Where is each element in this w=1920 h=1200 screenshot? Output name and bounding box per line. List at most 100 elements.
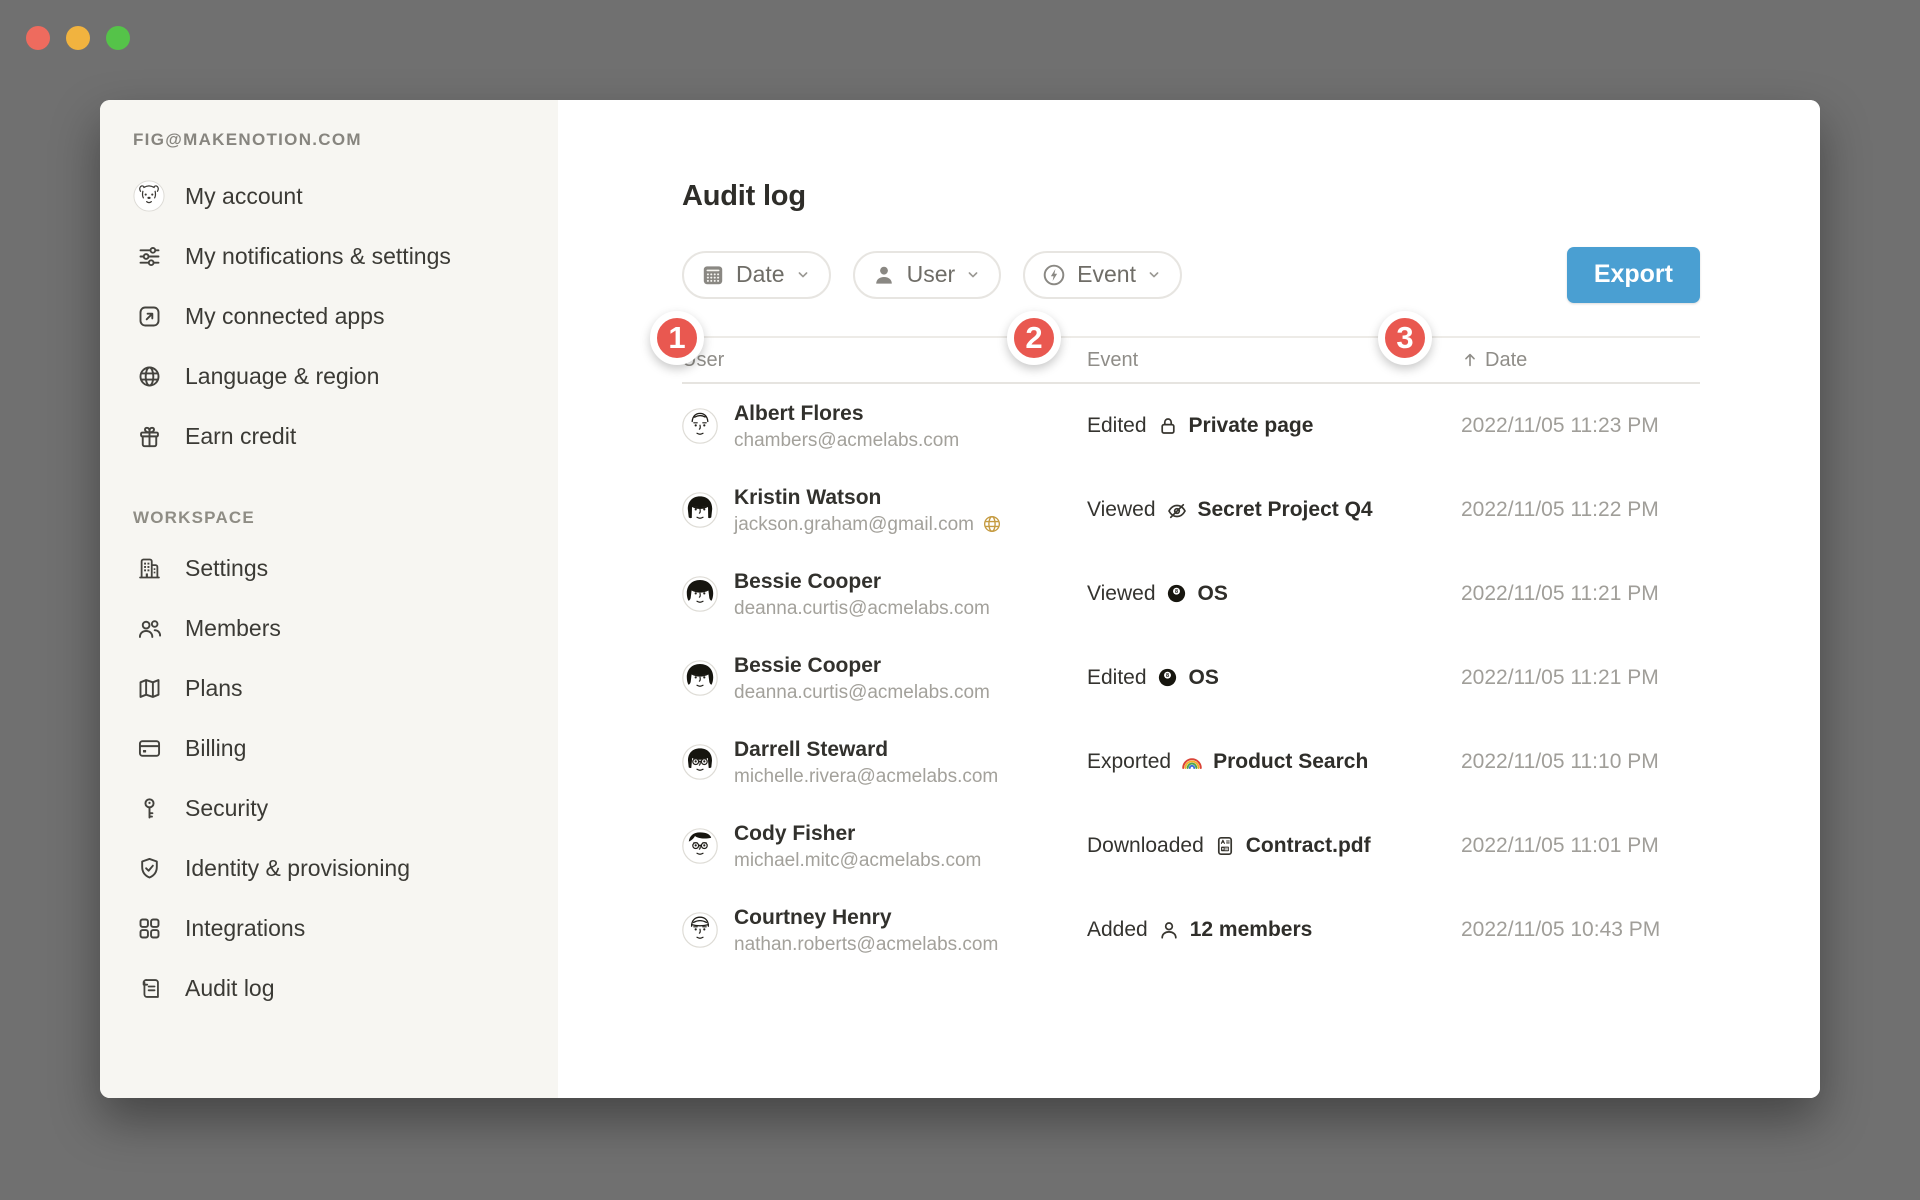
chevron-down-icon [1146, 267, 1162, 283]
table-row: Albert Flores chambers@acmelabs.com Edit… [682, 384, 1700, 468]
account-email-header: FIG@MAKENOTION.COM [133, 128, 558, 152]
user-name: Darrell Steward [734, 737, 998, 763]
user-email: chambers@acmelabs.com [734, 429, 959, 452]
settings-window: FIG@MAKENOTION.COM My account My notific… [100, 100, 1820, 1098]
event-object: Contract.pdf [1246, 834, 1371, 858]
person-icon [871, 262, 897, 288]
user-name: Bessie Cooper [734, 653, 990, 679]
document-icon [1213, 834, 1237, 858]
export-button[interactable]: Export [1567, 247, 1700, 303]
arrow-up-right-icon [133, 300, 165, 332]
sidebar-item-label: Members [185, 614, 281, 642]
globe-icon [133, 360, 165, 392]
user-name: Cody Fisher [734, 821, 981, 847]
sidebar-item-billing[interactable]: Billing [100, 718, 558, 778]
event-date: 2022/11/05 11:10 PM [1461, 750, 1700, 774]
sidebar-item-label: Language & region [185, 362, 379, 390]
chevron-down-icon [795, 267, 811, 283]
event-filter-button[interactable]: Event [1023, 251, 1182, 299]
user-cell: Bessie Cooper deanna.curtis@acmelabs.com [682, 653, 1087, 704]
svg-text:8: 8 [1166, 673, 1169, 679]
sidebar-item-security[interactable]: Security [100, 778, 558, 838]
annotation-badge-2: 2 [1007, 311, 1061, 365]
settings-sidebar: FIG@MAKENOTION.COM My account My notific… [100, 100, 558, 1098]
column-header-date[interactable]: Date [1461, 349, 1700, 372]
table-row: Kristin Watson jackson.graham@gmail.com … [682, 468, 1700, 552]
user-name: Bessie Cooper [734, 569, 990, 595]
page-title: Audit log [682, 178, 1700, 214]
user-filter-button[interactable]: User [853, 251, 1002, 299]
sidebar-item-members[interactable]: Members [100, 598, 558, 658]
sort-ascending-icon [1461, 351, 1479, 369]
event-object: Private page [1189, 414, 1314, 438]
user-avatar [682, 912, 718, 948]
date-filter-button[interactable]: Date [682, 251, 831, 299]
user-avatar [682, 828, 718, 864]
close-button[interactable] [26, 26, 50, 50]
user-email: deanna.curtis@acmelabs.com [734, 681, 990, 704]
user-avatar [682, 744, 718, 780]
rainbow-icon [1180, 750, 1204, 774]
event-cell: Viewed Secret Project Q4 [1087, 498, 1461, 522]
event-cell: Downloaded Contract.pdf [1087, 834, 1461, 858]
filter-label: Date [736, 261, 785, 288]
annotation-badge-1: 1 [650, 311, 704, 365]
event-cell: Edited 8 OS [1087, 666, 1461, 690]
user-name: Kristin Watson [734, 485, 1003, 511]
sidebar-item-notifications-settings[interactable]: My notifications & settings [100, 226, 558, 286]
user-email: nathan.roberts@acmelabs.com [734, 933, 998, 956]
event-date: 2022/11/05 11:22 PM [1461, 498, 1700, 522]
filter-toolbar: Date User Event [682, 246, 1700, 303]
user-avatar [682, 660, 718, 696]
event-object: Product Search [1213, 750, 1368, 774]
minimize-button[interactable] [66, 26, 90, 50]
table-row: Bessie Cooper deanna.curtis@acmelabs.com… [682, 552, 1700, 636]
sidebar-item-earn-credit[interactable]: Earn credit [100, 406, 558, 466]
event-cell: Added 12 members [1087, 918, 1461, 942]
grid-icon [133, 912, 165, 944]
sidebar-item-label: Audit log [185, 974, 275, 1002]
event-verb: Viewed [1087, 582, 1156, 606]
zoom-button[interactable] [106, 26, 130, 50]
event-verb: Exported [1087, 750, 1171, 774]
user-email: michelle.rivera@acmelabs.com [734, 765, 998, 788]
event-verb: Edited [1087, 666, 1147, 690]
sidebar-item-language-region[interactable]: Language & region [100, 346, 558, 406]
workspace-section-header: WORKSPACE [133, 506, 558, 530]
chevron-down-icon [965, 267, 981, 283]
sidebar-item-my-account[interactable]: My account [100, 166, 558, 226]
table-row: Bessie Cooper deanna.curtis@acmelabs.com… [682, 636, 1700, 720]
calendar-icon [700, 262, 726, 288]
audit-log-panel: Audit log Date User [558, 100, 1820, 1098]
audit-log-icon [133, 972, 165, 1004]
eye-off-icon [1165, 498, 1189, 522]
sliders-icon [133, 240, 165, 272]
lock-icon [1156, 414, 1180, 438]
sidebar-item-identity-provisioning[interactable]: Identity & provisioning [100, 838, 558, 898]
lightning-icon [1041, 262, 1067, 288]
table-header-row: User Event Date [682, 338, 1700, 384]
event-date: 2022/11/05 11:21 PM [1461, 666, 1700, 690]
user-avatar [682, 492, 718, 528]
sidebar-item-label: My notifications & settings [185, 242, 451, 270]
key-icon [133, 792, 165, 824]
gift-icon [133, 420, 165, 452]
sidebar-item-plans[interactable]: Plans [100, 658, 558, 718]
event-cell: Viewed 8 OS [1087, 582, 1461, 606]
event-object: 12 members [1190, 918, 1313, 942]
event-date: 2022/11/05 10:43 PM [1461, 918, 1700, 942]
sidebar-item-audit-log[interactable]: Audit log [100, 958, 558, 1018]
user-avatar [682, 408, 718, 444]
event-date: 2022/11/05 11:01 PM [1461, 834, 1700, 858]
sidebar-item-connected-apps[interactable]: My connected apps [100, 286, 558, 346]
sidebar-item-settings[interactable]: Settings [100, 538, 558, 598]
event-verb: Added [1087, 918, 1148, 942]
user-avatar [133, 180, 165, 212]
event-object: OS [1198, 582, 1228, 606]
sidebar-item-integrations[interactable]: Integrations [100, 898, 558, 958]
event-cell: Exported Product Search [1087, 750, 1461, 774]
event-date: 2022/11/05 11:23 PM [1461, 414, 1700, 438]
user-avatar [682, 576, 718, 612]
event-verb: Viewed [1087, 498, 1156, 522]
svg-text:8: 8 [1175, 589, 1178, 595]
